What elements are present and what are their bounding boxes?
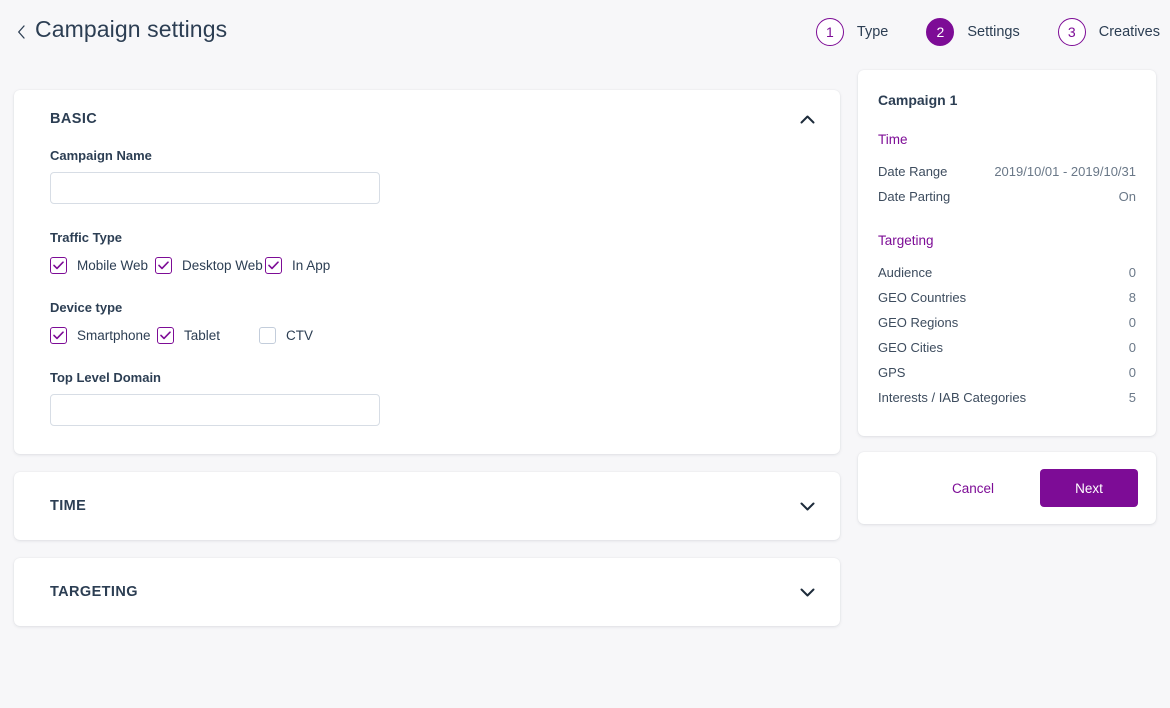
summary-group-targeting: Targeting Audience 0 GEO Countries 8 GEO… (878, 233, 1136, 410)
top-level-domain-label: Top Level Domain (50, 370, 804, 385)
summary-row-geo-countries: GEO Countries 8 (878, 285, 1136, 310)
summary-value: 0 (1129, 340, 1136, 355)
checkbox-mobile-web-label: Mobile Web (77, 258, 148, 273)
back-button[interactable] (10, 20, 32, 44)
section-basic-body: Campaign Name Traffic Type Mobile Web (14, 148, 840, 426)
summary-value: 5 (1129, 390, 1136, 405)
summary-key: GEO Cities (878, 340, 943, 355)
summary-campaign-title: Campaign 1 (878, 92, 1136, 108)
field-top-level-domain: Top Level Domain (50, 370, 804, 426)
step-settings-label: Settings (967, 24, 1019, 40)
summary-row-geo-cities: GEO Cities 0 (878, 335, 1136, 360)
chevron-left-icon (17, 25, 26, 39)
summary-group-targeting-title: Targeting (878, 233, 1136, 248)
section-targeting-header[interactable]: TARGETING (14, 558, 840, 626)
summary-column: Campaign 1 Time Date Range 2019/10/01 - … (858, 70, 1156, 524)
checkbox-smartphone[interactable]: Smartphone (50, 327, 157, 344)
step-creatives-number: 3 (1058, 18, 1086, 46)
summary-key: Date Range (878, 164, 947, 179)
summary-value: 8 (1129, 290, 1136, 305)
section-time: TIME (14, 472, 840, 540)
summary-row-interests-iab-categories: Interests / IAB Categories 5 (878, 385, 1136, 410)
section-basic-title: BASIC (50, 111, 97, 127)
checkbox-checked-icon (50, 257, 67, 274)
summary-key: Audience (878, 265, 932, 280)
settings-form-column: BASIC Campaign Name Traffic Type (14, 90, 840, 626)
checkbox-tablet[interactable]: Tablet (157, 327, 259, 344)
summary-value: 0 (1129, 265, 1136, 280)
campaign-name-label: Campaign Name (50, 148, 804, 163)
traffic-type-label: Traffic Type (50, 230, 804, 245)
form-actions-card: Cancel Next (858, 452, 1156, 524)
summary-value: 2019/10/01 - 2019/10/31 (994, 164, 1136, 179)
next-button[interactable]: Next (1040, 469, 1138, 507)
section-time-title: TIME (50, 498, 86, 514)
checkbox-ctv[interactable]: CTV (259, 327, 313, 344)
summary-key: GEO Regions (878, 315, 958, 330)
page-header: Campaign settings 1 Type 2 Settings 3 Cr… (0, 0, 1170, 66)
section-basic: BASIC Campaign Name Traffic Type (14, 90, 840, 454)
summary-key: Date Parting (878, 189, 950, 204)
checkbox-in-app[interactable]: In App (265, 257, 330, 274)
summary-group-time: Time Date Range 2019/10/01 - 2019/10/31 … (878, 132, 1136, 209)
summary-row-date-range: Date Range 2019/10/01 - 2019/10/31 (878, 159, 1136, 184)
summary-key: Interests / IAB Categories (878, 390, 1026, 405)
summary-row-date-parting: Date Parting On (878, 184, 1136, 209)
section-basic-header[interactable]: BASIC (14, 90, 840, 148)
field-device-type: Device type Smartphone (50, 300, 804, 344)
checkbox-desktop-web-label: Desktop Web (182, 258, 263, 273)
summary-value: 0 (1129, 315, 1136, 330)
chevron-down-icon[interactable] (796, 581, 818, 603)
field-traffic-type: Traffic Type Mobile Web (50, 230, 804, 274)
campaign-summary-card: Campaign 1 Time Date Range 2019/10/01 - … (858, 70, 1156, 436)
checkbox-checked-icon (265, 257, 282, 274)
step-settings[interactable]: 2 Settings (926, 18, 1019, 46)
page-title: Campaign settings (35, 16, 227, 43)
step-indicator: 1 Type 2 Settings 3 Creatives (816, 18, 1160, 46)
summary-group-time-title: Time (878, 132, 1136, 147)
checkbox-desktop-web[interactable]: Desktop Web (155, 257, 265, 274)
step-type-label: Type (857, 24, 888, 40)
step-type[interactable]: 1 Type (816, 18, 888, 46)
summary-value: On (1119, 189, 1136, 204)
field-campaign-name: Campaign Name (50, 148, 804, 204)
device-type-options: Smartphone Tablet CTV (50, 327, 804, 344)
summary-value: 0 (1129, 365, 1136, 380)
checkbox-checked-icon (157, 327, 174, 344)
section-targeting-title: TARGETING (50, 584, 138, 600)
section-time-header[interactable]: TIME (14, 472, 840, 540)
checkbox-tablet-label: Tablet (184, 328, 220, 343)
step-creatives-label: Creatives (1099, 24, 1160, 40)
step-settings-number: 2 (926, 18, 954, 46)
checkbox-in-app-label: In App (292, 258, 330, 273)
checkbox-checked-icon (50, 327, 67, 344)
section-targeting: TARGETING (14, 558, 840, 626)
summary-key: GEO Countries (878, 290, 966, 305)
device-type-label: Device type (50, 300, 804, 315)
checkbox-mobile-web[interactable]: Mobile Web (50, 257, 155, 274)
summary-row-audience: Audience 0 (878, 260, 1136, 285)
checkbox-checked-icon (155, 257, 172, 274)
cancel-button[interactable]: Cancel (938, 473, 1008, 504)
summary-row-gps: GPS 0 (878, 360, 1136, 385)
traffic-type-options: Mobile Web Desktop Web (50, 257, 804, 274)
step-creatives[interactable]: 3 Creatives (1058, 18, 1160, 46)
top-level-domain-input[interactable] (50, 394, 380, 426)
chevron-down-icon[interactable] (796, 495, 818, 517)
chevron-up-icon[interactable] (796, 108, 818, 130)
campaign-name-input[interactable] (50, 172, 380, 204)
checkbox-unchecked-icon (259, 327, 276, 344)
summary-row-geo-regions: GEO Regions 0 (878, 310, 1136, 335)
checkbox-ctv-label: CTV (286, 328, 313, 343)
step-type-number: 1 (816, 18, 844, 46)
summary-key: GPS (878, 365, 905, 380)
checkbox-smartphone-label: Smartphone (77, 328, 151, 343)
